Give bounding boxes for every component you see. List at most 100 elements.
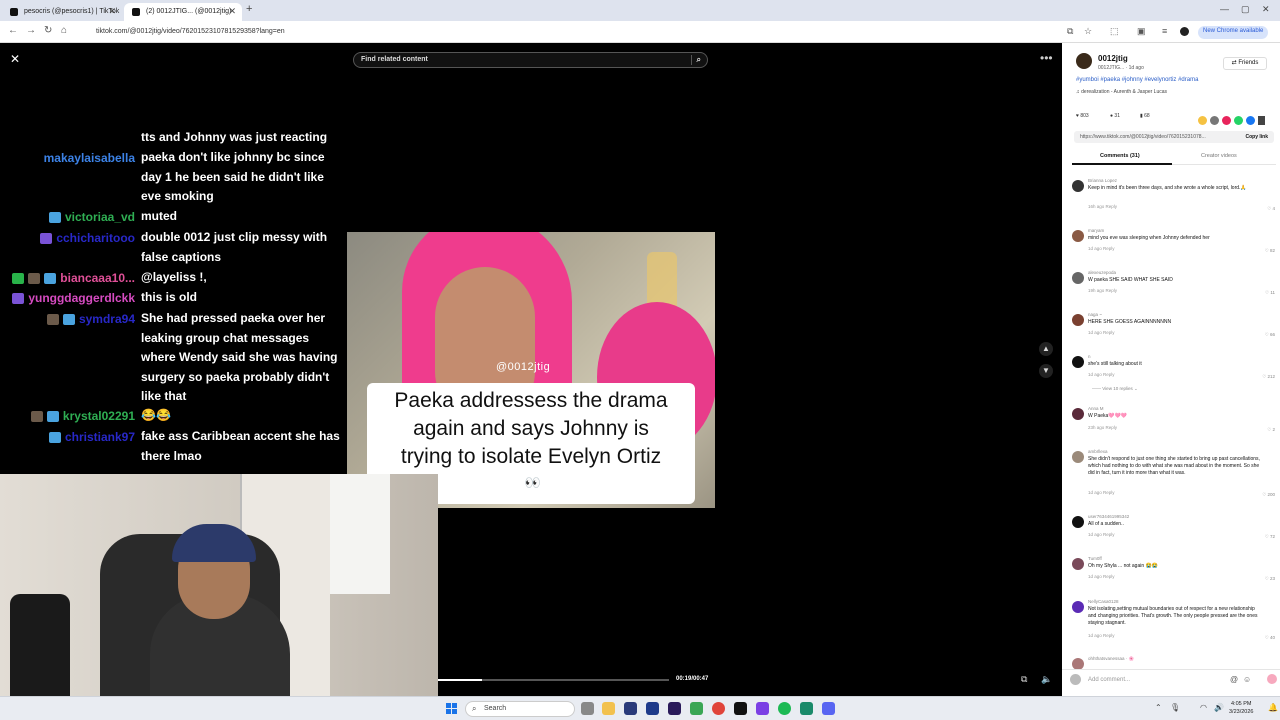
commenter-avatar[interactable]: [1072, 356, 1084, 368]
reload-icon[interactable]: ↻: [44, 25, 52, 36]
chrome-icon[interactable]: [712, 702, 725, 715]
comment-meta[interactable]: 19h ago Reply: [1088, 288, 1117, 293]
new-tab-button[interactable]: +: [246, 3, 252, 15]
commenter-avatar[interactable]: [1072, 451, 1084, 463]
system-clock[interactable]: 4:05 PM 3/23/2026: [1229, 700, 1253, 716]
like-stat[interactable]: ♥ 803: [1076, 113, 1089, 119]
mention-icon[interactable]: @: [1230, 675, 1238, 684]
commenter-name[interactable]: ambrllexa: [1088, 449, 1108, 454]
commenter-avatar[interactable]: [1072, 601, 1084, 613]
tiktok-video-frame[interactable]: @0012jtig Paeka addressess the drama aga…: [347, 232, 715, 508]
friends-button[interactable]: ⇄ Friends: [1223, 57, 1267, 70]
file-explorer-icon[interactable]: [602, 702, 615, 715]
comment-meta[interactable]: 1d ago Reply: [1088, 633, 1115, 638]
share-pinterest-icon[interactable]: [1222, 116, 1231, 125]
tray-chevron-icon[interactable]: ⌃: [1155, 703, 1162, 712]
volume-icon[interactable]: 🔈: [1041, 674, 1052, 685]
photoshop-icon[interactable]: [646, 702, 659, 715]
tiktok-icon[interactable]: [734, 702, 747, 715]
obs-icon[interactable]: [800, 702, 813, 715]
commenter-name[interactable]: user7634461995342: [1088, 514, 1129, 519]
tab-comments[interactable]: Comments (31): [1100, 153, 1140, 159]
spotify-icon[interactable]: [778, 702, 791, 715]
commenter-avatar[interactable]: [1072, 230, 1084, 242]
commenter-name[interactable]: n: [1088, 354, 1091, 359]
new-chrome-available-button[interactable]: New Chrome available: [1198, 26, 1269, 39]
commenter-name[interactable]: alexeuzepoda: [1088, 270, 1116, 275]
comment-meta[interactable]: 1d ago Reply: [1088, 372, 1115, 377]
commenter-name[interactable]: naga ~: [1088, 312, 1102, 317]
comment-meta[interactable]: 1d ago Reply: [1088, 574, 1115, 579]
minecraft-icon[interactable]: [690, 702, 703, 715]
chevron-up-icon[interactable]: ▲: [1039, 342, 1053, 356]
commenter-avatar[interactable]: [1072, 180, 1084, 192]
comment-stat[interactable]: ● 31: [1110, 113, 1120, 119]
author-name[interactable]: 0012jtig: [1098, 54, 1128, 63]
search-icon[interactable]: ⌕: [690, 55, 701, 65]
comment-likes[interactable]: ♡ 200: [1262, 492, 1275, 498]
window-close-icon[interactable]: ✕: [1262, 4, 1270, 15]
comment-likes[interactable]: ♡ 11: [1265, 290, 1275, 296]
discord-icon[interactable]: [822, 702, 835, 715]
home-icon[interactable]: ⌂: [61, 25, 67, 36]
split-icon[interactable]: ▣: [1137, 26, 1146, 37]
tab-close-icon[interactable]: ✕: [108, 6, 116, 17]
forward-icon[interactable]: →: [26, 25, 36, 36]
close-icon[interactable]: ✕: [10, 52, 20, 66]
notifications-icon[interactable]: 🔔: [1268, 703, 1278, 712]
commenter-name[interactable]: Brianna Lopez: [1088, 178, 1117, 183]
url-field[interactable]: tiktok.com/@0012jtig/video/7620152310781…: [96, 28, 285, 35]
taskbar-search[interactable]: ⌕ Search: [465, 701, 575, 717]
tab-tiktok-profile[interactable]: pesocris (@pesocris1) | TikTok ✕: [2, 3, 122, 21]
view-replies-link[interactable]: —— View 10 replies ⌄: [1092, 386, 1138, 392]
share-more-icon[interactable]: [1258, 116, 1265, 125]
share-facebook-icon[interactable]: [1246, 116, 1255, 125]
commenter-avatar[interactable]: [1072, 272, 1084, 284]
back-icon[interactable]: ←: [8, 25, 18, 36]
comment-likes[interactable]: ♡ 4: [1267, 206, 1275, 212]
share-friends-icon[interactable]: [1210, 116, 1219, 125]
speaker-icon[interactable]: 🔊: [1214, 703, 1224, 712]
save-stat[interactable]: ▮ 68: [1140, 113, 1150, 119]
commenter-name[interactable]: ohhthatsvanessaa · 🌸: [1088, 656, 1134, 662]
commenter-name[interactable]: Anna M: [1088, 406, 1104, 411]
comment-meta[interactable]: 1d ago Reply: [1088, 246, 1115, 251]
commenter-avatar[interactable]: [1072, 516, 1084, 528]
tab-creator-videos[interactable]: Creator videos: [1201, 153, 1237, 159]
install-icon[interactable]: ⧉: [1067, 26, 1073, 37]
comment-likes[interactable]: ♡ 2: [1267, 427, 1275, 433]
video-progress-bar[interactable]: [438, 679, 669, 681]
music-row[interactable]: ♫ derealization - Aurenth & Jasper Lucas: [1076, 89, 1167, 95]
more-icon[interactable]: •••: [1040, 51, 1053, 65]
commenter-avatar[interactable]: [1072, 558, 1084, 570]
author-avatar[interactable]: [1076, 53, 1092, 69]
extensions-icon[interactable]: ⬚: [1110, 26, 1119, 37]
comment-likes[interactable]: ♡ 72: [1265, 534, 1275, 540]
windows-start-icon[interactable]: [446, 703, 458, 715]
maximize-icon[interactable]: ▢: [1241, 4, 1250, 15]
comment-likes[interactable]: ♡ 82: [1265, 248, 1275, 254]
comment-meta[interactable]: 1d ago Reply: [1088, 330, 1115, 335]
add-comment-input[interactable]: Add comment...: [1088, 677, 1130, 683]
commenter-name[interactable]: NellyCasa0128: [1088, 599, 1119, 604]
menu-icon[interactable]: ≡: [1162, 26, 1167, 36]
post-comment-icon[interactable]: [1267, 674, 1277, 684]
comment-likes[interactable]: ♡ 66: [1265, 332, 1275, 338]
find-related-search[interactable]: Find related content ⌕: [353, 52, 708, 68]
comment-likes[interactable]: ♡ 40: [1265, 635, 1275, 641]
share-embed-icon[interactable]: [1198, 116, 1207, 125]
commenter-avatar[interactable]: [1072, 314, 1084, 326]
task-view-icon[interactable]: [581, 702, 594, 715]
comment-meta[interactable]: 1d ago Reply: [1088, 490, 1115, 495]
commenter-name[interactable]: Tum0ff: [1088, 556, 1102, 561]
tab-tiktok-video[interactable]: (2) 0012JTIG... (@0012jtig) ✕: [124, 3, 242, 21]
bookmark-star-icon[interactable]: ☆: [1084, 26, 1092, 37]
commenter-name[interactable]: maryam: [1088, 228, 1104, 233]
comment-likes[interactable]: ♡ 23: [1265, 576, 1275, 582]
profile-avatar[interactable]: [1180, 27, 1189, 36]
tab-close-icon[interactable]: ✕: [228, 6, 236, 17]
hashtags[interactable]: #yumboi #paeka #johnny #evelynortiz #dra…: [1076, 77, 1198, 83]
wifi-icon[interactable]: ◠: [1200, 703, 1207, 712]
emoji-icon[interactable]: ☺: [1243, 675, 1251, 684]
copy-link-button[interactable]: Copy link: [1245, 134, 1268, 140]
